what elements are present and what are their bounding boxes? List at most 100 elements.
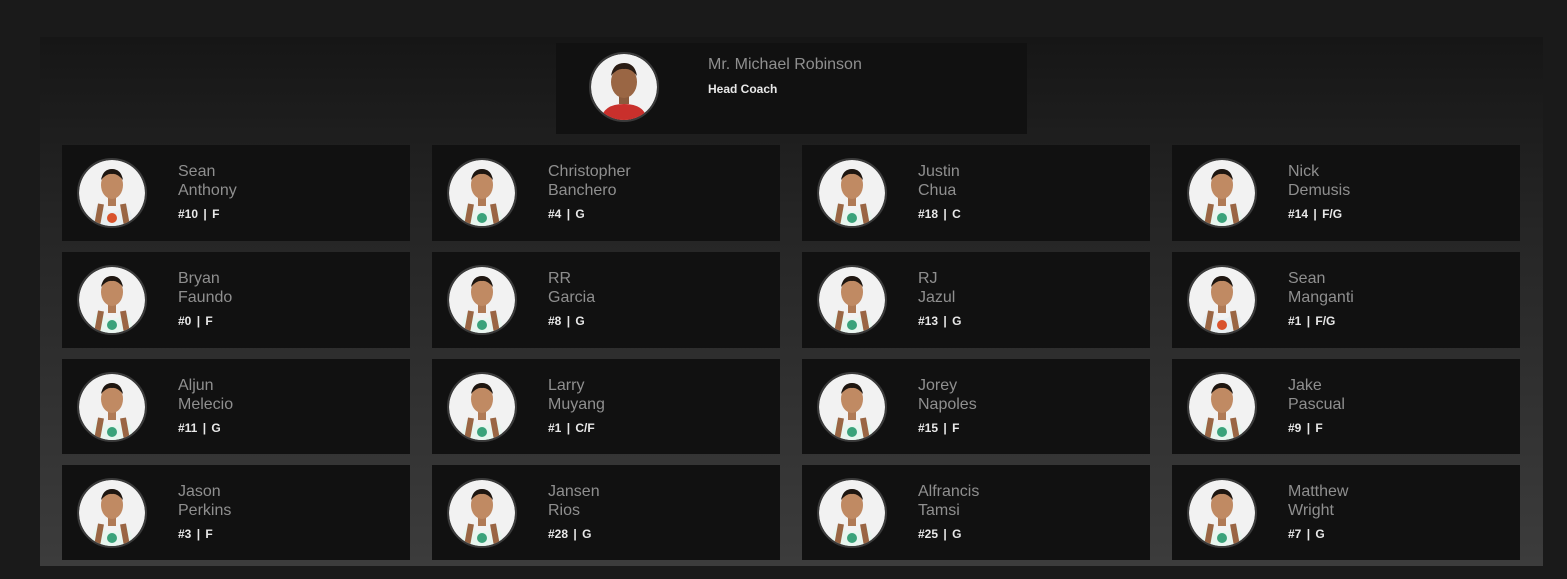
player-avatar: [447, 478, 517, 548]
player-card-christopher-banchero[interactable]: Christopher Banchero #4 | G: [432, 145, 780, 241]
player-avatar: [1187, 372, 1257, 442]
player-first-name: Jason: [178, 483, 221, 500]
player-card-jansen-rios[interactable]: Jansen Rios #28 | G: [432, 465, 780, 560]
player-number: #25: [918, 527, 939, 541]
player-avatar: [77, 158, 147, 228]
player-card-rj-jazul[interactable]: RJ Jazul #13 | G: [802, 252, 1150, 348]
separator: |: [1310, 207, 1321, 221]
separator: |: [563, 207, 574, 221]
player-number-position: #7 | G: [1288, 527, 1325, 541]
player-number-position: #18 | C: [918, 207, 961, 221]
player-number-position: #11 | G: [178, 421, 221, 435]
separator: |: [199, 421, 210, 435]
player-avatar: [77, 478, 147, 548]
player-card-sean-anthony[interactable]: Sean Anthony #10 | F: [62, 145, 410, 241]
player-card-rr-garcia[interactable]: RR Garcia #8 | G: [432, 252, 780, 348]
separator: |: [570, 527, 581, 541]
coach-role: Head Coach: [708, 82, 778, 96]
player-photo: [449, 160, 515, 226]
player-card-jake-pascual[interactable]: Jake Pascual #9 | F: [1172, 359, 1520, 454]
player-avatar: [447, 158, 517, 228]
player-number-position: #28 | G: [548, 527, 591, 541]
player-avatar: [447, 265, 517, 335]
player-card-jorey-napoles[interactable]: Jorey Napoles #15 | F: [802, 359, 1150, 454]
player-first-name: RR: [548, 270, 572, 287]
player-last-name: Pascual: [1288, 396, 1345, 413]
player-position: F: [205, 527, 213, 541]
player-number: #28: [548, 527, 569, 541]
player-number: #4: [548, 207, 562, 221]
player-number: #3: [178, 527, 192, 541]
player-position: C: [952, 207, 961, 221]
player-position: G: [1315, 527, 1325, 541]
player-number-position: #3 | F: [178, 527, 213, 541]
player-position: F: [212, 207, 220, 221]
player-first-name: Larry: [548, 377, 585, 394]
player-card-aljun-melecio[interactable]: Aljun Melecio #11 | G: [62, 359, 410, 454]
player-first-name: Aljun: [178, 377, 214, 394]
player-card-nick-demusis[interactable]: Nick Demusis #14 | F/G: [1172, 145, 1520, 241]
player-number-position: #0 | F: [178, 314, 213, 328]
player-number: #0: [178, 314, 192, 328]
player-number-position: #1 | C/F: [548, 421, 595, 435]
player-number: #9: [1288, 421, 1302, 435]
player-number: #18: [918, 207, 939, 221]
separator: |: [940, 314, 951, 328]
separator: |: [1303, 527, 1314, 541]
player-photo: [1189, 374, 1255, 440]
player-number: #10: [178, 207, 199, 221]
player-first-name: Bryan: [178, 270, 220, 287]
player-last-name: Faundo: [178, 289, 233, 306]
player-card-bryan-faundo[interactable]: Bryan Faundo #0 | F: [62, 252, 410, 348]
player-number-position: #15 | F: [918, 421, 959, 435]
coach-avatar: [589, 52, 659, 122]
separator: |: [1303, 421, 1314, 435]
player-avatar: [817, 372, 887, 442]
player-card-justin-chua[interactable]: Justin Chua #18 | C: [802, 145, 1150, 241]
player-position: G: [575, 314, 585, 328]
separator: |: [940, 421, 951, 435]
player-first-name: Alfrancis: [918, 483, 980, 500]
player-last-name: Perkins: [178, 502, 232, 519]
separator: |: [940, 527, 951, 541]
player-position: F/G: [1315, 314, 1336, 328]
player-first-name: Nick: [1288, 163, 1320, 180]
player-number-position: #4 | G: [548, 207, 585, 221]
player-card-matthew-wright[interactable]: Matthew Wright #7 | G: [1172, 465, 1520, 560]
player-number-position: #10 | F: [178, 207, 219, 221]
player-photo: [79, 480, 145, 546]
player-last-name: Garcia: [548, 289, 596, 306]
player-card-sean-manganti[interactable]: Sean Manganti #1 | F/G: [1172, 252, 1520, 348]
player-photo: [1189, 267, 1255, 333]
player-avatar: [817, 478, 887, 548]
player-number: #8: [548, 314, 562, 328]
player-card-larry-muyang[interactable]: Larry Muyang #1 | C/F: [432, 359, 780, 454]
player-first-name: Matthew: [1288, 483, 1349, 500]
player-avatar: [1187, 478, 1257, 548]
player-number: #7: [1288, 527, 1302, 541]
player-position: C/F: [575, 421, 595, 435]
player-card-alfrancis-tamsi[interactable]: Alfrancis Tamsi #25 | G: [802, 465, 1150, 560]
player-last-name: Rios: [548, 502, 581, 519]
player-last-name: Chua: [918, 182, 957, 199]
player-photo: [79, 160, 145, 226]
player-position: G: [952, 527, 962, 541]
player-photo: [79, 267, 145, 333]
player-avatar: [1187, 265, 1257, 335]
player-first-name: Jake: [1288, 377, 1322, 394]
player-last-name: Wright: [1288, 502, 1334, 519]
player-number-position: #8 | G: [548, 314, 585, 328]
player-card-jason-perkins[interactable]: Jason Perkins #3 | F: [62, 465, 410, 560]
player-position: F: [205, 314, 213, 328]
player-number: #1: [548, 421, 562, 435]
player-number-position: #9 | F: [1288, 421, 1323, 435]
player-position: G: [575, 207, 585, 221]
player-number-position: #14 | F/G: [1288, 207, 1342, 221]
player-avatar: [77, 265, 147, 335]
player-last-name: Tamsi: [918, 502, 960, 519]
head-coach-card[interactable]: Mr. Michael Robinson Head Coach: [556, 43, 1027, 134]
player-avatar: [77, 372, 147, 442]
player-position: G: [211, 421, 221, 435]
player-photo: [449, 374, 515, 440]
player-last-name: Melecio: [178, 396, 234, 413]
